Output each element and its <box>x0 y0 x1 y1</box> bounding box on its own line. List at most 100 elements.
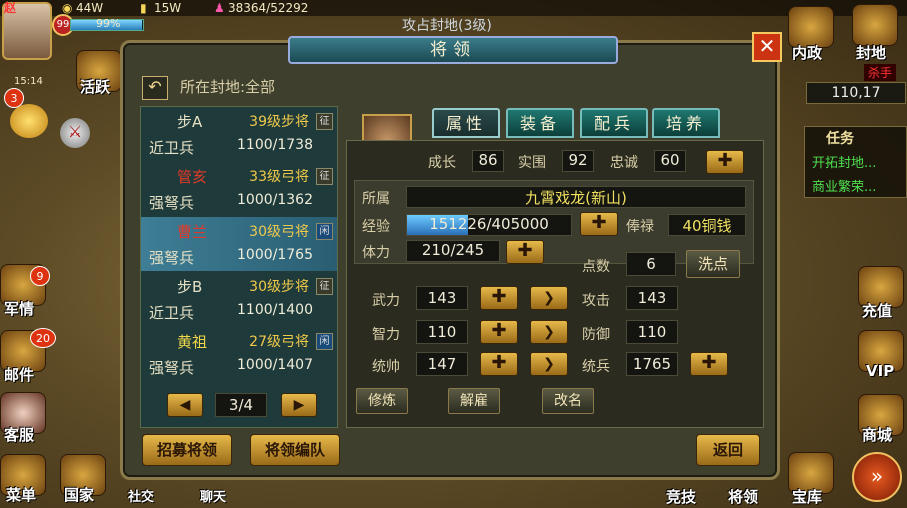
exp-label: 经验 <box>362 219 390 235</box>
expand-menu-icon[interactable]: » <box>852 452 902 502</box>
baoku-label: 宝库 <box>792 488 823 506</box>
general-name: 黄祖 <box>177 333 208 351</box>
axe-icon[interactable]: ⚔ <box>60 118 90 148</box>
shangcheng-label: 商城 <box>862 426 893 444</box>
status-badge: 征 <box>316 168 333 185</box>
close-icon[interactable]: ✕ <box>752 32 782 62</box>
stat-label: 统兵 <box>582 359 610 375</box>
gold-icon: ◉ <box>62 1 73 15</box>
tab-train[interactable]: 培养 <box>652 108 720 138</box>
add-stat-button[interactable]: ✚ <box>480 352 518 376</box>
general-row[interactable]: 黄祖 27级弓将 闲 强弩兵 1000/1407 <box>141 327 337 381</box>
jiangling-label[interactable]: 将领 <box>728 486 758 507</box>
dismiss-button[interactable]: 解雇 <box>448 388 500 414</box>
stat-label: 武力 <box>372 293 400 309</box>
next-arrow-button[interactable]: ❯ <box>530 320 568 344</box>
reset-points-button[interactable]: 洗点 <box>686 250 740 278</box>
general-row-selected[interactable]: 曹兰 30级弓将 闲 强弩兵 1000/1765 <box>141 217 337 271</box>
stat-value: 147 <box>416 352 468 376</box>
stat-label: 防御 <box>582 327 610 343</box>
caidan-label: 菜单 <box>6 486 37 504</box>
shiwei-label: 实围 <box>518 155 546 171</box>
tab-equipment[interactable]: 装备 <box>506 108 574 138</box>
formation-button[interactable]: 将领编队 <box>250 434 340 466</box>
next-arrow-button[interactable]: ❯ <box>530 286 568 310</box>
tab-attributes[interactable]: 属性 <box>432 108 500 138</box>
junqing-label: 军情 <box>4 300 35 318</box>
troop-count: 1100/1400 <box>237 302 313 318</box>
general-rank: 30级步将 <box>249 279 309 295</box>
top-resource-bar <box>0 0 907 16</box>
add-stat-button[interactable]: ✚ <box>480 286 518 310</box>
add-stat-button[interactable]: ✚ <box>480 320 518 344</box>
loyalty-value: 60 <box>654 150 686 172</box>
stat-value: 1765 <box>626 352 678 376</box>
stat-label: 智力 <box>372 327 400 343</box>
prev-page-button[interactable]: ◀ <box>167 393 203 417</box>
fengdi-icon[interactable] <box>852 4 898 46</box>
status-badge: 征 <box>316 113 333 130</box>
stat-label: 统帅 <box>372 359 400 375</box>
stat-value: 110 <box>416 320 468 344</box>
general-rank: 33级弓将 <box>249 169 309 185</box>
general-row[interactable]: 步A 39级步将 征 近卫兵 1100/1738 <box>141 107 337 161</box>
troop-count: 1000/1362 <box>237 192 313 208</box>
recruit-button[interactable]: 招募将领 <box>142 434 232 466</box>
add-troops-button[interactable]: ✚ <box>690 352 728 376</box>
troop-count: 1100/1738 <box>237 137 313 153</box>
general-row[interactable]: 步B 30级步将 征 近卫兵 1100/1400 <box>141 272 337 326</box>
chongzhi-label: 充值 <box>862 302 893 320</box>
exp-value: 151226/405000 <box>429 215 549 233</box>
youjian-badge: 20 <box>30 328 56 348</box>
youjian-label: 邮件 <box>4 366 35 384</box>
add-exp-button[interactable]: ✚ <box>580 212 618 236</box>
add-stamina-button[interactable]: ✚ <box>506 240 544 264</box>
rename-button[interactable]: 改名 <box>542 388 594 414</box>
add-loyalty-button[interactable]: ✚ <box>706 150 744 174</box>
kefu-label: 客服 <box>4 426 35 444</box>
task-title: 任务 <box>826 131 854 147</box>
location-filter[interactable]: 所在封地:全部 <box>180 76 275 97</box>
huoyue-label: 活跃 <box>80 78 111 96</box>
jingji-label[interactable]: 竞技 <box>666 486 696 507</box>
belong-label: 所属 <box>362 191 390 207</box>
troop-type: 强弩兵 <box>149 249 195 267</box>
shejiao-label[interactable]: 社交 <box>128 486 154 505</box>
points-label: 点数 <box>582 259 610 275</box>
belong-value: 九霄戏龙(新山) <box>406 186 746 208</box>
power-amount: 38364/52292 <box>228 1 309 15</box>
loyalty-label: 忠诚 <box>610 155 638 171</box>
shajian-label: 杀手 <box>864 64 897 81</box>
back-arrow-icon[interactable]: ↶ <box>142 76 168 100</box>
general-rank: 27级弓将 <box>249 334 309 350</box>
yuanbao-icon[interactable] <box>10 104 48 138</box>
troop-type: 强弩兵 <box>149 194 195 212</box>
stamina-label: 体力 <box>362 245 390 261</box>
general-row[interactable]: 管亥 33级弓将 征 强弩兵 1000/1362 <box>141 162 337 216</box>
exp-percent: 99% <box>96 17 121 30</box>
grain-icon: ▮ <box>140 1 147 15</box>
status-badge: 闲 <box>316 223 333 240</box>
stamina-value: 210/245 <box>406 240 500 262</box>
return-button[interactable]: 返回 <box>696 434 760 466</box>
next-page-button[interactable]: ▶ <box>281 393 317 417</box>
points-value: 6 <box>626 252 676 276</box>
stat-value: 143 <box>416 286 468 310</box>
clock: 15:14 <box>14 76 43 87</box>
status-badge: 闲 <box>316 333 333 350</box>
attack-banner: 攻占封地(3级) <box>402 18 492 34</box>
fengdi-label: 封地 <box>856 44 887 62</box>
next-arrow-button[interactable]: ❯ <box>530 352 568 376</box>
liaotian-label[interactable]: 聊天 <box>200 486 226 505</box>
general-list: 步A 39级步将 征 近卫兵 1100/1738 管亥 33级弓将 征 强弩兵 … <box>140 106 338 428</box>
train-button[interactable]: 修炼 <box>356 388 408 414</box>
guojia-label: 国家 <box>64 486 95 504</box>
task-item-2[interactable]: 商业繁荣... <box>812 176 876 195</box>
gold-amount: 44W <box>76 1 104 15</box>
tab-troops[interactable]: 配兵 <box>580 108 648 138</box>
troop-count: 1000/1407 <box>237 357 313 373</box>
task-item-1[interactable]: 开拓封地... <box>812 152 876 171</box>
dialog-title: 将领 <box>288 36 618 64</box>
troop-type: 强弩兵 <box>149 359 195 377</box>
troop-count: 1000/1765 <box>237 247 313 263</box>
